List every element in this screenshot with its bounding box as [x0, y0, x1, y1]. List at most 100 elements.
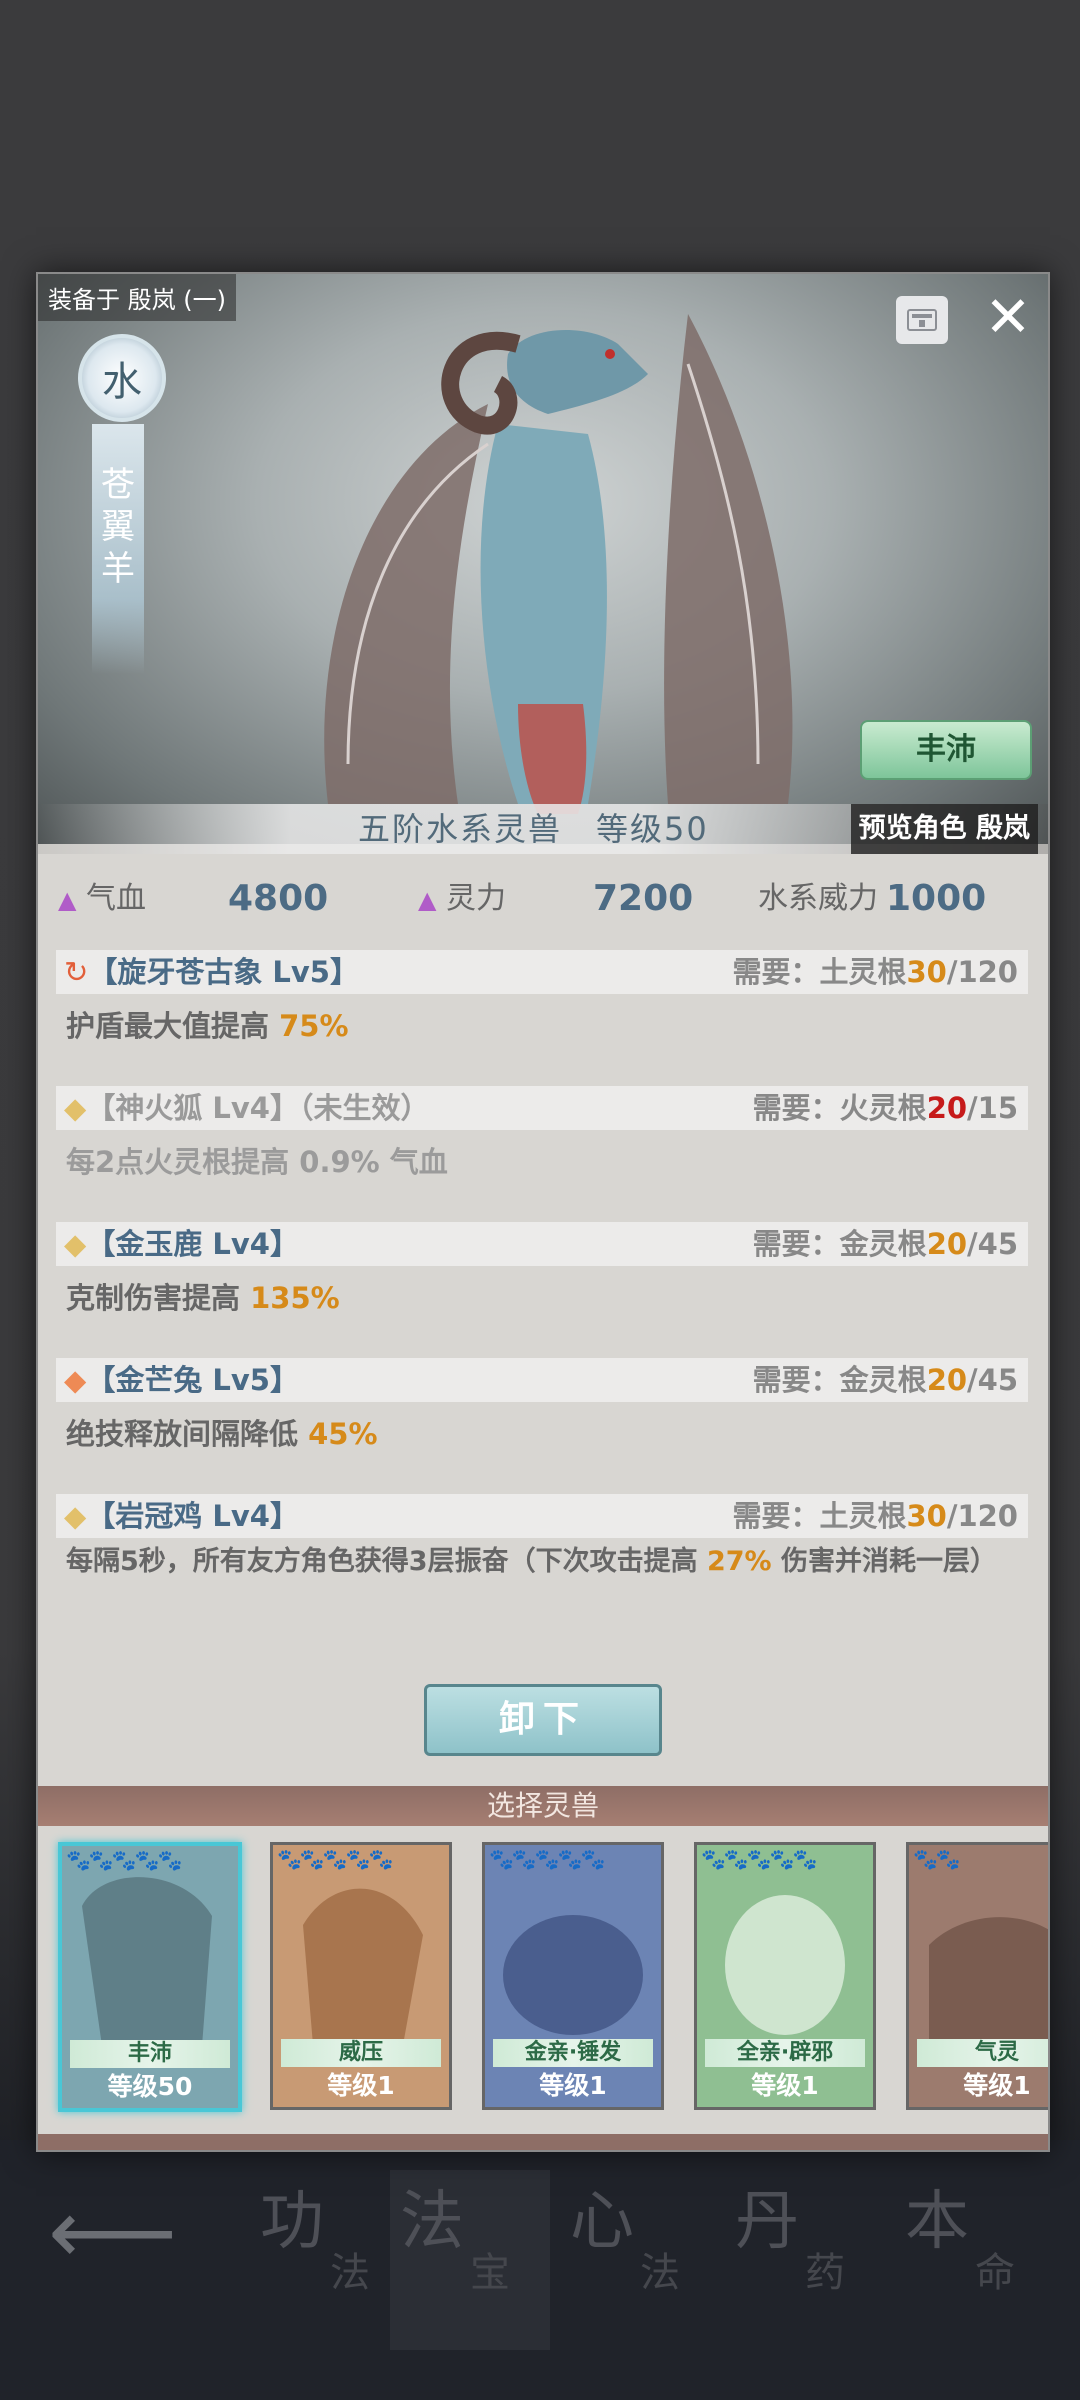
- skill-description: 克制伤害提高 135%: [66, 1282, 1026, 1314]
- req-total: /120: [946, 955, 1018, 989]
- beast-thumbnail: [909, 1845, 1048, 2107]
- req-label: 需要：: [752, 1227, 840, 1261]
- skill-header: ↻【旋牙苍古象 Lv5】 需要：土灵根30/120: [56, 950, 1028, 994]
- skill-header: ◆【岩冠鸡 Lv4】 需要：土灵根30/120: [56, 1494, 1028, 1538]
- stat-label: 气血: [86, 881, 147, 916]
- unequip-button[interactable]: 卸下: [424, 1684, 662, 1756]
- req-total: /15: [967, 1091, 1018, 1125]
- diamond-icon: ◆: [64, 1227, 87, 1261]
- close-icon: ✕: [984, 285, 1032, 350]
- tab-benming[interactable]: 本 命: [895, 2170, 1055, 2350]
- desc-text: 每2点火灵根提高 0.9% 气血: [66, 1145, 448, 1179]
- tab-danyao[interactable]: 丹 药: [725, 2170, 885, 2350]
- tab-sublabel: 宝: [470, 2250, 510, 2296]
- desc-highlight: 27%: [706, 1546, 772, 1577]
- beast-tag: 金亲·锤发: [493, 2039, 653, 2067]
- tab-fabao[interactable]: 法 宝: [390, 2170, 550, 2350]
- tab-label: 本: [905, 2185, 969, 2259]
- stats-row: ▲ 气血 4800 ▲ 灵力 7200 水系威力 1000: [38, 854, 1048, 944]
- tab-gongfa[interactable]: 功 法: [250, 2170, 410, 2350]
- triangle-up-icon: ▲: [58, 886, 77, 914]
- tab-label: 功: [260, 2185, 324, 2259]
- beast-tag: 威压: [281, 2039, 441, 2067]
- diamond-icon: ◆: [64, 1363, 87, 1397]
- desc-highlight: 75%: [279, 1009, 349, 1043]
- tab-xinfa[interactable]: 心 法: [560, 2170, 720, 2350]
- req-root: 金灵根: [839, 1227, 927, 1261]
- water-element-badge: 水: [78, 334, 166, 422]
- skill-header: ◆【金芒兔 Lv5】 需要：金灵根20/45: [56, 1358, 1028, 1402]
- tab-label: 法: [400, 2185, 464, 2259]
- skill-description: 绝技释放间隔降低 45%: [66, 1418, 1026, 1450]
- beast-summary: 五阶水系灵兽 等级50: [358, 810, 709, 848]
- req-root: 土灵根: [819, 1499, 907, 1533]
- tab-sublabel: 药: [805, 2250, 845, 2296]
- bottom-strip: [38, 2134, 1048, 2150]
- beast-level: 等级1: [539, 2071, 607, 2100]
- beast-card[interactable]: 🐾🐾 气灵 等级1: [906, 1842, 1048, 2110]
- beast-level: 等级50: [107, 2072, 193, 2101]
- beast-thumbnail: [62, 1846, 238, 2108]
- share-button[interactable]: [896, 296, 948, 344]
- req-root: 土灵根: [819, 955, 907, 989]
- tab-sublabel: 命: [975, 2250, 1015, 2296]
- beast-level: 等级1: [751, 2071, 819, 2100]
- stat-power-value: 1000: [886, 854, 986, 944]
- trait-button[interactable]: 丰沛: [860, 720, 1032, 780]
- stat-mp: ▲ 灵力: [418, 854, 506, 944]
- select-beast-title: 选择灵兽: [38, 1786, 1048, 1826]
- card-icon: [907, 309, 937, 331]
- skill-description: 每隔5秒，所有友方角色获得3层振奋（下次攻击提高 27% 伤害并消耗一层）: [66, 1546, 1026, 1578]
- beast-thumbnail: [485, 1845, 661, 2107]
- skill-title: 【岩冠鸡 Lv4】: [86, 1499, 299, 1533]
- skill-description: 每2点火灵根提高 0.9% 气血: [66, 1146, 1026, 1178]
- beast-card[interactable]: 🐾🐾🐾🐾🐾 金亲·锤发 等级1: [482, 1842, 664, 2110]
- req-current: 20: [926, 1091, 968, 1125]
- req-current: 30: [906, 1499, 947, 1533]
- skill-header: ◆【金玉鹿 Lv4】 需要：金灵根20/45: [56, 1222, 1028, 1266]
- desc-highlight: 45%: [308, 1417, 378, 1451]
- paw-stars-icon: 🐾🐾🐾🐾🐾: [277, 1847, 394, 1871]
- skill-requirement: 需要：土灵根30/120: [732, 950, 1018, 994]
- req-total: /45: [967, 1227, 1018, 1261]
- close-button[interactable]: ✕: [978, 288, 1038, 348]
- beast-tag: 全亲·辟邪: [705, 2039, 865, 2067]
- preview-character-label[interactable]: 预览角色 殷岚: [850, 804, 1038, 854]
- desc-highlight: 135%: [250, 1281, 340, 1315]
- skill-requirement: 需要：金灵根20/45: [753, 1358, 1018, 1402]
- beast-card[interactable]: 🐾🐾🐾🐾🐾 威压 等级1: [270, 1842, 452, 2110]
- beast-list: 🐾🐾🐾🐾🐾 丰沛 等级50 🐾🐾🐾🐾🐾 威压 等级1 🐾🐾🐾🐾🐾 金亲·锤发 等…: [38, 1830, 1048, 2130]
- skill-requirement: 需要：金灵根20/45: [753, 1222, 1018, 1266]
- paw-stars-icon: 🐾🐾: [913, 1847, 961, 1871]
- back-arrow-icon[interactable]: ⟵: [48, 2180, 177, 2285]
- req-label: 需要：: [732, 1499, 820, 1533]
- skill-requirement: 需要：火灵根20/15: [753, 1086, 1018, 1130]
- beast-illustration: [324, 314, 793, 814]
- triangle-up-icon: ▲: [418, 886, 437, 914]
- refresh-icon: ↻: [64, 955, 89, 989]
- tab-sublabel: 法: [330, 2250, 370, 2296]
- paw-stars-icon: 🐾🐾🐾🐾🐾: [489, 1847, 606, 1871]
- req-label: 需要：: [732, 955, 820, 989]
- desc-text: 克制伤害提高: [66, 1281, 251, 1315]
- stat-hp: ▲ 气血: [58, 854, 146, 944]
- equipped-by-label: 装备于 殷岚 (一): [38, 274, 236, 321]
- paw-stars-icon: 🐾🐾🐾🐾🐾: [701, 1847, 818, 1871]
- beast-name: 苍翼羊: [101, 465, 135, 589]
- stat-label: 灵力: [446, 881, 507, 916]
- stat-value: 7200: [593, 878, 694, 919]
- beast-card[interactable]: 🐾🐾🐾🐾🐾 全亲·辟邪 等级1: [694, 1842, 876, 2110]
- stat-value: 1000: [886, 878, 987, 919]
- stat-value: 4800: [228, 878, 329, 919]
- diamond-icon: ◆: [64, 1499, 87, 1533]
- skill-description: 护盾最大值提高 75%: [66, 1010, 1026, 1042]
- skill-header: ◆【神火狐 Lv4】（未生效） 需要：火灵根20/15: [56, 1086, 1028, 1130]
- skill-title: 【旋牙苍古象 Lv5】: [88, 955, 359, 989]
- req-total: /120: [946, 1499, 1018, 1533]
- tab-label: 心: [570, 2185, 634, 2259]
- beast-thumbnail: [273, 1845, 449, 2107]
- desc-text: 每隔5秒，所有友方角色获得3层振奋（下次攻击提高: [66, 1546, 707, 1577]
- beast-card[interactable]: 🐾🐾🐾🐾🐾 丰沛 等级50: [58, 1842, 242, 2112]
- beast-level: 等级1: [963, 2071, 1031, 2100]
- stat-hp-value: 4800: [228, 854, 328, 944]
